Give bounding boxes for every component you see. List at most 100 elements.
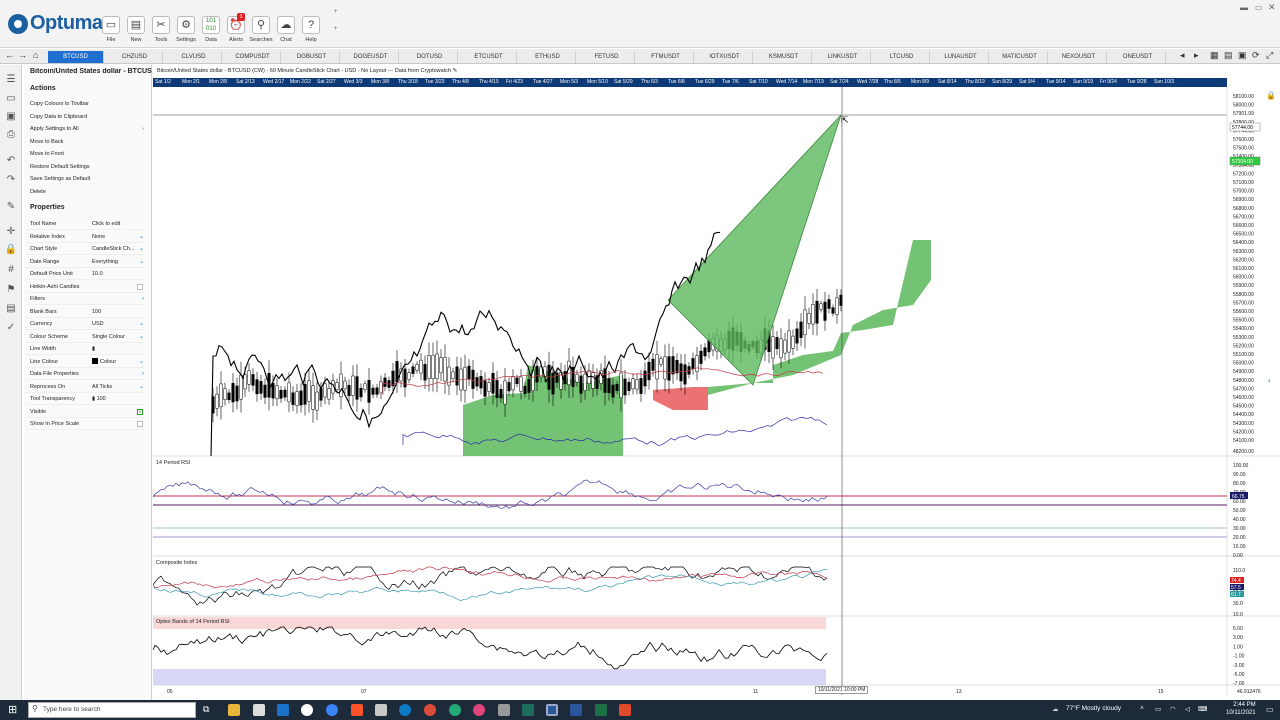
optuma-taskbar-icon[interactable]: [546, 704, 558, 716]
wifi-icon[interactable]: ◠: [1170, 705, 1176, 713]
tab-linkusdt[interactable]: LINKUSDT: [815, 51, 871, 63]
help-button[interactable]: ? Help: [299, 16, 323, 46]
add-icon-2[interactable]: +: [334, 26, 338, 32]
action-item[interactable]: Apply Settings to All ›: [30, 124, 146, 135]
taskbar-search-input[interactable]: Type here to search: [28, 702, 196, 718]
tab-ltcusd[interactable]: LTCUSD: [874, 51, 930, 63]
property-value[interactable]: CandleStick Ch...: [92, 243, 135, 255]
chevron-right-icon[interactable]: ›: [142, 293, 144, 305]
property-row[interactable]: Colour Scheme Single Colour ⌄: [26, 331, 146, 343]
action-item[interactable]: Move to Front: [30, 149, 146, 160]
stamp-icon[interactable]: ⚑: [4, 283, 18, 297]
tab-scroll-right-icon[interactable]: ▸: [1194, 50, 1199, 61]
tab-compusdt[interactable]: COMPUSDT: [225, 51, 281, 63]
redo-icon[interactable]: ↷: [4, 173, 18, 187]
property-row[interactable]: Reprocess On All Ticks ⌄: [26, 381, 146, 393]
property-row[interactable]: Blank Bars 100: [26, 306, 146, 318]
property-row[interactable]: Date Range Everything ⌄: [26, 256, 146, 268]
app-icon-4[interactable]: [522, 704, 534, 716]
tab-ethusd[interactable]: ETHUSD: [520, 51, 576, 63]
network-icon[interactable]: ▭: [1155, 705, 1161, 713]
property-row[interactable]: Currency USD ⌄: [26, 318, 146, 330]
notifications-icon[interactable]: ▭: [1266, 705, 1274, 714]
action-item[interactable]: Delete: [30, 187, 146, 198]
tab-dogeusdt[interactable]: DOGEUSDT: [343, 51, 399, 63]
property-row[interactable]: Heikin-Ashi Candles: [26, 281, 146, 293]
undo-icon[interactable]: ↶: [4, 154, 18, 168]
property-value[interactable]: USD: [92, 318, 104, 330]
tab-ftmusdt[interactable]: FTMUSDT: [638, 51, 694, 63]
property-value[interactable]: 100: [92, 306, 101, 318]
property-value[interactable]: Colour: [92, 356, 116, 368]
colour-swatch[interactable]: [92, 358, 98, 365]
grid-icon[interactable]: #: [4, 263, 18, 277]
chevron-down-icon[interactable]: ⌄: [139, 381, 144, 393]
tab-ksmusdt[interactable]: KSMUSDT: [756, 51, 812, 63]
list-icon[interactable]: ☰: [4, 73, 18, 87]
print-icon[interactable]: ⎙: [4, 128, 18, 142]
volume-icon[interactable]: ◁: [1185, 705, 1190, 713]
chevron-down-icon[interactable]: ⌄: [139, 243, 144, 255]
maximize-icon[interactable]: ▭: [1255, 3, 1263, 12]
data-button[interactable]: 101 010 Data: [199, 16, 223, 46]
windows-start-icon[interactable]: ⊞: [8, 703, 17, 716]
chat-button[interactable]: ☁ Chat: [274, 16, 298, 46]
chevron-down-icon[interactable]: ⌄: [139, 318, 144, 330]
searches-button[interactable]: ⚲ Searches: [249, 16, 273, 46]
tab-etcusdt[interactable]: ETCUSDT: [461, 51, 517, 63]
excel-icon[interactable]: [595, 704, 607, 716]
checkbox[interactable]: [137, 283, 143, 290]
maps-icon[interactable]: [301, 704, 313, 716]
layout-icon[interactable]: ▤: [1224, 50, 1233, 61]
tray-chevron-icon[interactable]: ˄: [1140, 705, 1144, 712]
action-item[interactable]: Restore Default Settings: [30, 162, 146, 173]
property-row[interactable]: Line Width ▮: [26, 343, 146, 355]
tab-scroll-left-icon[interactable]: ◂: [1180, 50, 1185, 61]
tab-clvusd[interactable]: CLVUSD: [166, 51, 222, 63]
tab-chzusd[interactable]: CHZUSD: [107, 51, 163, 63]
app-icon-2[interactable]: [473, 704, 485, 716]
checkbox[interactable]: [137, 421, 143, 427]
window-icon[interactable]: ▣: [1238, 50, 1247, 61]
lock-icon[interactable]: 🔒: [4, 243, 18, 257]
property-value[interactable]: ▮: [92, 343, 95, 355]
bookmark-icon[interactable]: ▤: [4, 302, 18, 316]
property-row[interactable]: Tool Transparency ▮ 100: [26, 393, 146, 405]
settings-button[interactable]: ⚙ Settings: [174, 16, 198, 46]
app-icon-3[interactable]: [498, 704, 510, 716]
save-icon[interactable]: ▣: [4, 110, 18, 124]
line-width-slider[interactable]: ▮: [92, 346, 95, 352]
tab-dotusd[interactable]: DOTUSD: [402, 51, 458, 63]
property-value[interactable]: 10.0: [92, 268, 103, 280]
action-item[interactable]: Move to Back: [30, 137, 146, 148]
weather-text[interactable]: 77°F Mostly cloudy: [1066, 705, 1121, 712]
brave-icon[interactable]: [351, 704, 363, 716]
tab-maticusdt[interactable]: MATICUSDT: [992, 51, 1048, 63]
property-row[interactable]: Tool Name Click to edit: [26, 218, 146, 230]
clock[interactable]: 2:44 PM 10/11/2021: [1226, 701, 1256, 717]
property-row[interactable]: Visible ✓: [26, 406, 146, 418]
scale-lock-icon[interactable]: 🔒: [1266, 91, 1276, 100]
minimize-icon[interactable]: ▬: [1240, 3, 1248, 12]
forward-arrow-icon[interactable]: →: [18, 50, 27, 60]
alerts-button[interactable]: ⏰ 3 Alerts: [224, 13, 248, 46]
app-icon-5[interactable]: [619, 704, 631, 716]
draw-tool-icon[interactable]: ✎: [4, 200, 18, 214]
tab-nexousdt[interactable]: NEXOUSDT: [1051, 51, 1107, 63]
keyboard-icon[interactable]: ⌨: [1198, 705, 1207, 713]
property-value[interactable]: All Ticks: [92, 381, 112, 393]
mail-icon[interactable]: [277, 704, 289, 716]
chart-area[interactable]: Bitcoin/United States dollar - BTCUSD (C…: [153, 65, 1280, 700]
pattern-triangle[interactable]: [667, 114, 842, 386]
property-value[interactable]: Click to edit: [92, 218, 120, 230]
tools-button[interactable]: ✂ Tools: [149, 16, 173, 46]
property-value[interactable]: ▮ 100: [92, 393, 106, 405]
visible-checkbox[interactable]: ✓: [137, 408, 143, 415]
tab-dgbusdt[interactable]: DGBUSDT: [284, 51, 340, 63]
action-item[interactable]: Copy Colours to Toolbar: [30, 99, 146, 110]
chart-svg[interactable]: 58100.0058000.0057901.9957800.0057744.00…: [153, 65, 1280, 700]
open-folder-icon[interactable]: ▭: [4, 92, 18, 106]
store-icon[interactable]: [253, 704, 265, 716]
action-item[interactable]: Copy Data to Clipboard: [30, 112, 146, 123]
property-row[interactable]: Chart Style CandleStick Ch... ⌄: [26, 243, 146, 255]
